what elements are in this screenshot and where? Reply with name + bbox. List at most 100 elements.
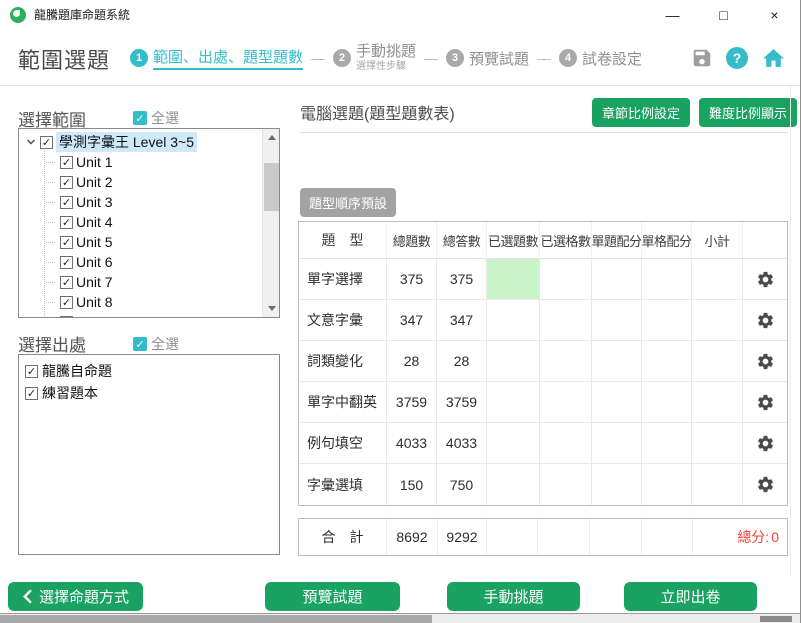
- panel-edge-line: [790, 86, 791, 575]
- unit-label: Unit 4: [76, 214, 113, 230]
- source-item[interactable]: 龍騰自命題: [25, 360, 273, 382]
- per-blank-score-cell[interactable]: [642, 259, 692, 300]
- source-checkbox[interactable]: [25, 365, 38, 378]
- unit-checkbox[interactable]: [60, 276, 73, 289]
- col-header-subtotal: 小計: [692, 222, 743, 259]
- per-question-score-cell[interactable]: [592, 300, 642, 341]
- step-1-range[interactable]: 1 範圍、出處、題型題數: [130, 46, 303, 70]
- selected-blanks-cell[interactable]: [540, 341, 592, 382]
- subtotal-cell: [692, 464, 743, 505]
- tree-root-item[interactable]: 學測字彙王 Level 3~5: [25, 132, 262, 152]
- tree-unit-item[interactable]: Unit 9: [58, 312, 262, 317]
- unit-checkbox[interactable]: [60, 296, 73, 309]
- selected-questions-cell[interactable]: [487, 423, 540, 464]
- range-select-all[interactable]: 全選: [133, 108, 179, 128]
- tree-unit-item[interactable]: Unit 2: [58, 172, 262, 192]
- col-header-per-question-score: 單題配分: [592, 222, 642, 259]
- per-question-score-cell[interactable]: [592, 259, 642, 300]
- manual-pick-button[interactable]: 手動挑題: [447, 582, 580, 611]
- home-button[interactable]: [761, 46, 786, 71]
- scrollbar-up-button[interactable]: [263, 129, 280, 146]
- step-2-manual-pick[interactable]: 2 手動挑題 選擇性步驟: [333, 44, 416, 72]
- step-4-paper-settings[interactable]: 4 試卷設定: [559, 48, 642, 69]
- unit-label: Unit 1: [76, 154, 113, 170]
- floppy-disk-icon: [691, 47, 713, 69]
- row-settings-button[interactable]: [743, 259, 787, 300]
- unit-checkbox[interactable]: [60, 316, 73, 318]
- scrollbar-thumb[interactable]: [264, 163, 279, 211]
- preview-questions-button[interactable]: 預覽試題: [265, 582, 400, 611]
- tree-unit-item[interactable]: Unit 7: [58, 272, 262, 292]
- difficulty-ratio-button[interactable]: 難度比例顯示: [699, 98, 797, 127]
- step-3-preview[interactable]: 3 預覽試題: [446, 48, 529, 69]
- maximize-button[interactable]: □: [698, 0, 749, 30]
- col-header-total-answers: 總答數: [437, 222, 487, 259]
- selected-blanks-cell[interactable]: [540, 464, 592, 505]
- tree-unit-item[interactable]: Unit 8: [58, 292, 262, 312]
- per-blank-score-cell[interactable]: [642, 423, 692, 464]
- tree-scrollbar[interactable]: [262, 129, 279, 317]
- checked-checkbox-icon: [133, 111, 147, 125]
- back-button[interactable]: 選擇命題方式: [8, 582, 143, 611]
- unit-checkbox[interactable]: [60, 176, 73, 189]
- tree-unit-item[interactable]: Unit 4: [58, 212, 262, 232]
- row-settings-button[interactable]: [743, 300, 787, 341]
- tree-unit-item[interactable]: Unit 5: [58, 232, 262, 252]
- unit-checkbox[interactable]: [60, 236, 73, 249]
- row-settings-button[interactable]: [743, 382, 787, 423]
- chapter-ratio-button[interactable]: 章節比例設定: [592, 98, 690, 127]
- question-order-badge[interactable]: 題型順序預設: [300, 188, 396, 217]
- per-blank-score-cell[interactable]: [642, 300, 692, 341]
- question-type-cell: 文意字彙: [299, 300, 387, 341]
- step-separator: —: [424, 50, 438, 66]
- per-blank-score-cell[interactable]: [642, 382, 692, 423]
- gear-icon: [756, 434, 775, 453]
- titlebar: 龍騰題庫命題系統 — □ ×: [0, 0, 800, 30]
- subtotal-cell: [692, 259, 743, 300]
- tree-unit-item[interactable]: Unit 3: [58, 192, 262, 212]
- selected-questions-cell[interactable]: [487, 382, 540, 423]
- source-checkbox[interactable]: [25, 387, 38, 400]
- footer-empty-cell: [487, 519, 538, 555]
- unit-checkbox[interactable]: [60, 156, 73, 169]
- triangle-up-icon: [268, 135, 276, 140]
- source-select-all[interactable]: 全選: [133, 334, 179, 354]
- selected-questions-cell[interactable]: [487, 341, 540, 382]
- selected-blanks-cell[interactable]: [540, 423, 592, 464]
- selected-blanks-cell[interactable]: [540, 382, 592, 423]
- question-type-cell: 單字中翻英: [299, 382, 387, 423]
- selected-questions-cell[interactable]: [487, 464, 540, 505]
- tree-root-checkbox[interactable]: [40, 136, 53, 149]
- close-button[interactable]: ×: [749, 0, 800, 30]
- per-question-score-cell[interactable]: [592, 341, 642, 382]
- total-score-value: 0: [771, 529, 779, 545]
- row-settings-button[interactable]: [743, 423, 787, 464]
- selected-blanks-cell[interactable]: [540, 300, 592, 341]
- row-settings-button[interactable]: [743, 341, 787, 382]
- per-blank-score-cell[interactable]: [642, 341, 692, 382]
- tree-root-label[interactable]: 學測字彙王 Level 3~5: [56, 132, 197, 152]
- source-item[interactable]: 練習題本: [25, 382, 273, 404]
- unit-checkbox[interactable]: [60, 196, 73, 209]
- unit-checkbox[interactable]: [60, 216, 73, 229]
- tree-unit-item[interactable]: Unit 1: [58, 152, 262, 172]
- range-tree: 學測字彙王 Level 3~5 Unit 1 Unit 2 Unit 3 Uni…: [18, 128, 280, 318]
- step-1-label: 範圍、出處、題型題數: [153, 46, 303, 70]
- per-blank-score-cell[interactable]: [642, 464, 692, 505]
- help-button[interactable]: ?: [726, 47, 748, 69]
- scrollbar-down-button[interactable]: [263, 300, 280, 317]
- unit-checkbox[interactable]: [60, 256, 73, 269]
- chevron-down-icon[interactable]: [25, 136, 37, 148]
- per-question-score-cell[interactable]: [592, 423, 642, 464]
- save-button[interactable]: [691, 47, 713, 69]
- row-settings-button[interactable]: [743, 464, 787, 505]
- unit-label: Unit 2: [76, 174, 113, 190]
- selected-blanks-cell[interactable]: [540, 259, 592, 300]
- per-question-score-cell[interactable]: [592, 464, 642, 505]
- generate-paper-button[interactable]: 立即出卷: [624, 582, 757, 611]
- tree-unit-item[interactable]: Unit 6: [58, 252, 262, 272]
- selected-questions-cell[interactable]: [487, 300, 540, 341]
- selected-questions-cell[interactable]: [487, 259, 540, 300]
- per-question-score-cell[interactable]: [592, 382, 642, 423]
- minimize-button[interactable]: —: [647, 0, 698, 30]
